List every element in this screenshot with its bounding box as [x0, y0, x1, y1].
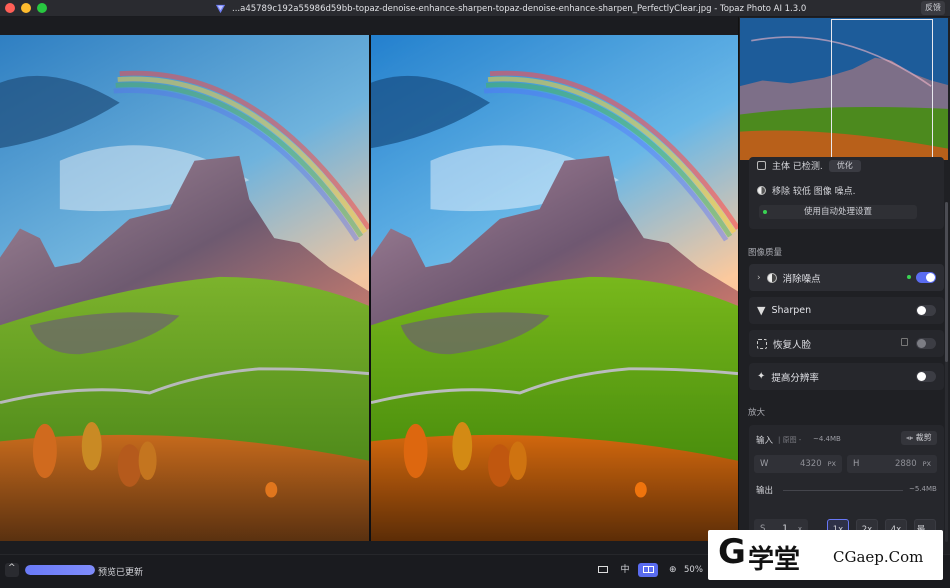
chevron-up-icon: ^ [8, 563, 16, 573]
single-view-button[interactable] [594, 563, 612, 577]
output-size: ~5.4MB [909, 485, 937, 493]
right-sidebar: 主体 已检测. 优化 移除 较低 图像 噪点. 使用自动处理设置 图像质量 › … [738, 17, 950, 554]
use-auto-settings-label: 使用自动处理设置 [803, 207, 872, 217]
output-divider [783, 490, 903, 491]
processed-photo [371, 35, 738, 541]
denoise-active-dot [907, 275, 911, 279]
height-unit: PX [922, 460, 931, 468]
upscale-toggle[interactable] [916, 371, 936, 382]
noise-detect-icon [757, 186, 766, 195]
model-label-face-recovery: 恢复人脸 [773, 339, 812, 351]
preview-progress-fill [25, 565, 95, 575]
split-view-button[interactable] [638, 563, 658, 577]
height-value: 2880 [894, 459, 917, 469]
sharpen-icon: ▼ [757, 304, 766, 317]
window-controls [5, 3, 47, 13]
preview-status-text: 预览已更新 [98, 568, 144, 578]
sidebar-scrollbar-thumb[interactable] [945, 202, 948, 362]
width-label: W [760, 459, 769, 469]
width-unit: PX [827, 460, 836, 468]
sharpen-toggle[interactable] [916, 305, 936, 316]
split-view-icon [642, 566, 654, 573]
window-title: ...a45789c192a55986d59bb-topaz-denoise-e… [232, 3, 807, 14]
processed-image-pane[interactable] [371, 35, 738, 558]
site-watermark: G 学堂 CGaep.Com [708, 530, 943, 580]
close-window-button[interactable] [5, 3, 15, 13]
width-field[interactable]: W 4320 PX [754, 455, 842, 473]
original-photo [0, 35, 369, 541]
model-label-denoise: 消除噪点 [782, 273, 821, 285]
model-row-upscale[interactable]: ✦ 提高分辨率 [749, 363, 944, 390]
height-field[interactable]: H 2880 PX [847, 455, 937, 473]
upscale-heading: 放大 [748, 408, 766, 418]
auto-status-dot [763, 210, 767, 214]
remove-noise-label: 移除 较低 图像 噪点. [772, 187, 856, 197]
model-row-sharpen[interactable]: ▼ Sharpen [749, 297, 944, 324]
preview-progress-bar [25, 565, 95, 575]
face-recovery-toggle[interactable] [916, 338, 936, 349]
watermark-logo: G [718, 532, 746, 572]
maximize-window-button[interactable] [37, 3, 47, 13]
autopilot-panel: 主体 已检测. 优化 移除 较低 图像 噪点. 使用自动处理设置 [749, 157, 944, 229]
minimize-window-button[interactable] [21, 3, 31, 13]
topaz-app-icon [215, 4, 226, 14]
navigator-viewport-frame[interactable] [831, 19, 933, 158]
model-row-face-recovery[interactable]: 恢复人脸 [749, 330, 944, 357]
model-row-denoise[interactable]: › 消除噪点 [749, 264, 944, 291]
watermark-site: CGaep.Com [833, 548, 924, 566]
collapse-panel-button[interactable]: ^ [5, 563, 19, 577]
height-label: H [853, 459, 860, 469]
feedback-button[interactable]: 反馈 [921, 1, 945, 15]
crop-button[interactable]: ⟚ 裁剪 [901, 431, 937, 445]
image-quality-heading: 图像质量 [748, 248, 783, 258]
face-recovery-icon [757, 338, 767, 349]
use-auto-settings-button[interactable]: 使用自动处理设置 [759, 205, 917, 219]
output-label: 输出 [756, 486, 774, 496]
zoom-icon[interactable]: ⊕ [669, 565, 677, 575]
subject-detect-icon [757, 161, 766, 170]
denoise-icon [766, 272, 777, 283]
crop-label: 裁剪 [915, 433, 932, 442]
navigator-thumbnail[interactable] [740, 18, 948, 160]
expand-chevron-icon[interactable]: › [757, 273, 761, 283]
zoom-level[interactable]: 50% [684, 565, 703, 575]
lock-icon [901, 338, 908, 346]
single-view-icon [598, 566, 608, 573]
crop-icon: ⟚ [906, 434, 914, 442]
title-bar: ...a45789c192a55986d59bb-topaz-denoise-e… [0, 0, 950, 17]
model-label-upscale: 提高分辨率 [771, 372, 819, 384]
upscale-icon: ✦ [757, 371, 766, 382]
subject-detected-label: 主体 已检测. [772, 162, 823, 172]
side-by-side-view-button[interactable]: 中 [616, 563, 634, 577]
input-size: ~4.4MB [813, 435, 841, 443]
subject-refine-button[interactable]: 优化 [828, 159, 861, 172]
denoise-toggle[interactable] [916, 272, 936, 283]
width-value: 4320 [799, 459, 822, 469]
watermark-name: 学堂 [748, 545, 801, 575]
model-label-sharpen: Sharpen [771, 305, 812, 316]
original-image-pane[interactable] [0, 35, 369, 558]
input-label: 输入 [756, 436, 774, 446]
input-note: | 原图 - [778, 436, 802, 444]
